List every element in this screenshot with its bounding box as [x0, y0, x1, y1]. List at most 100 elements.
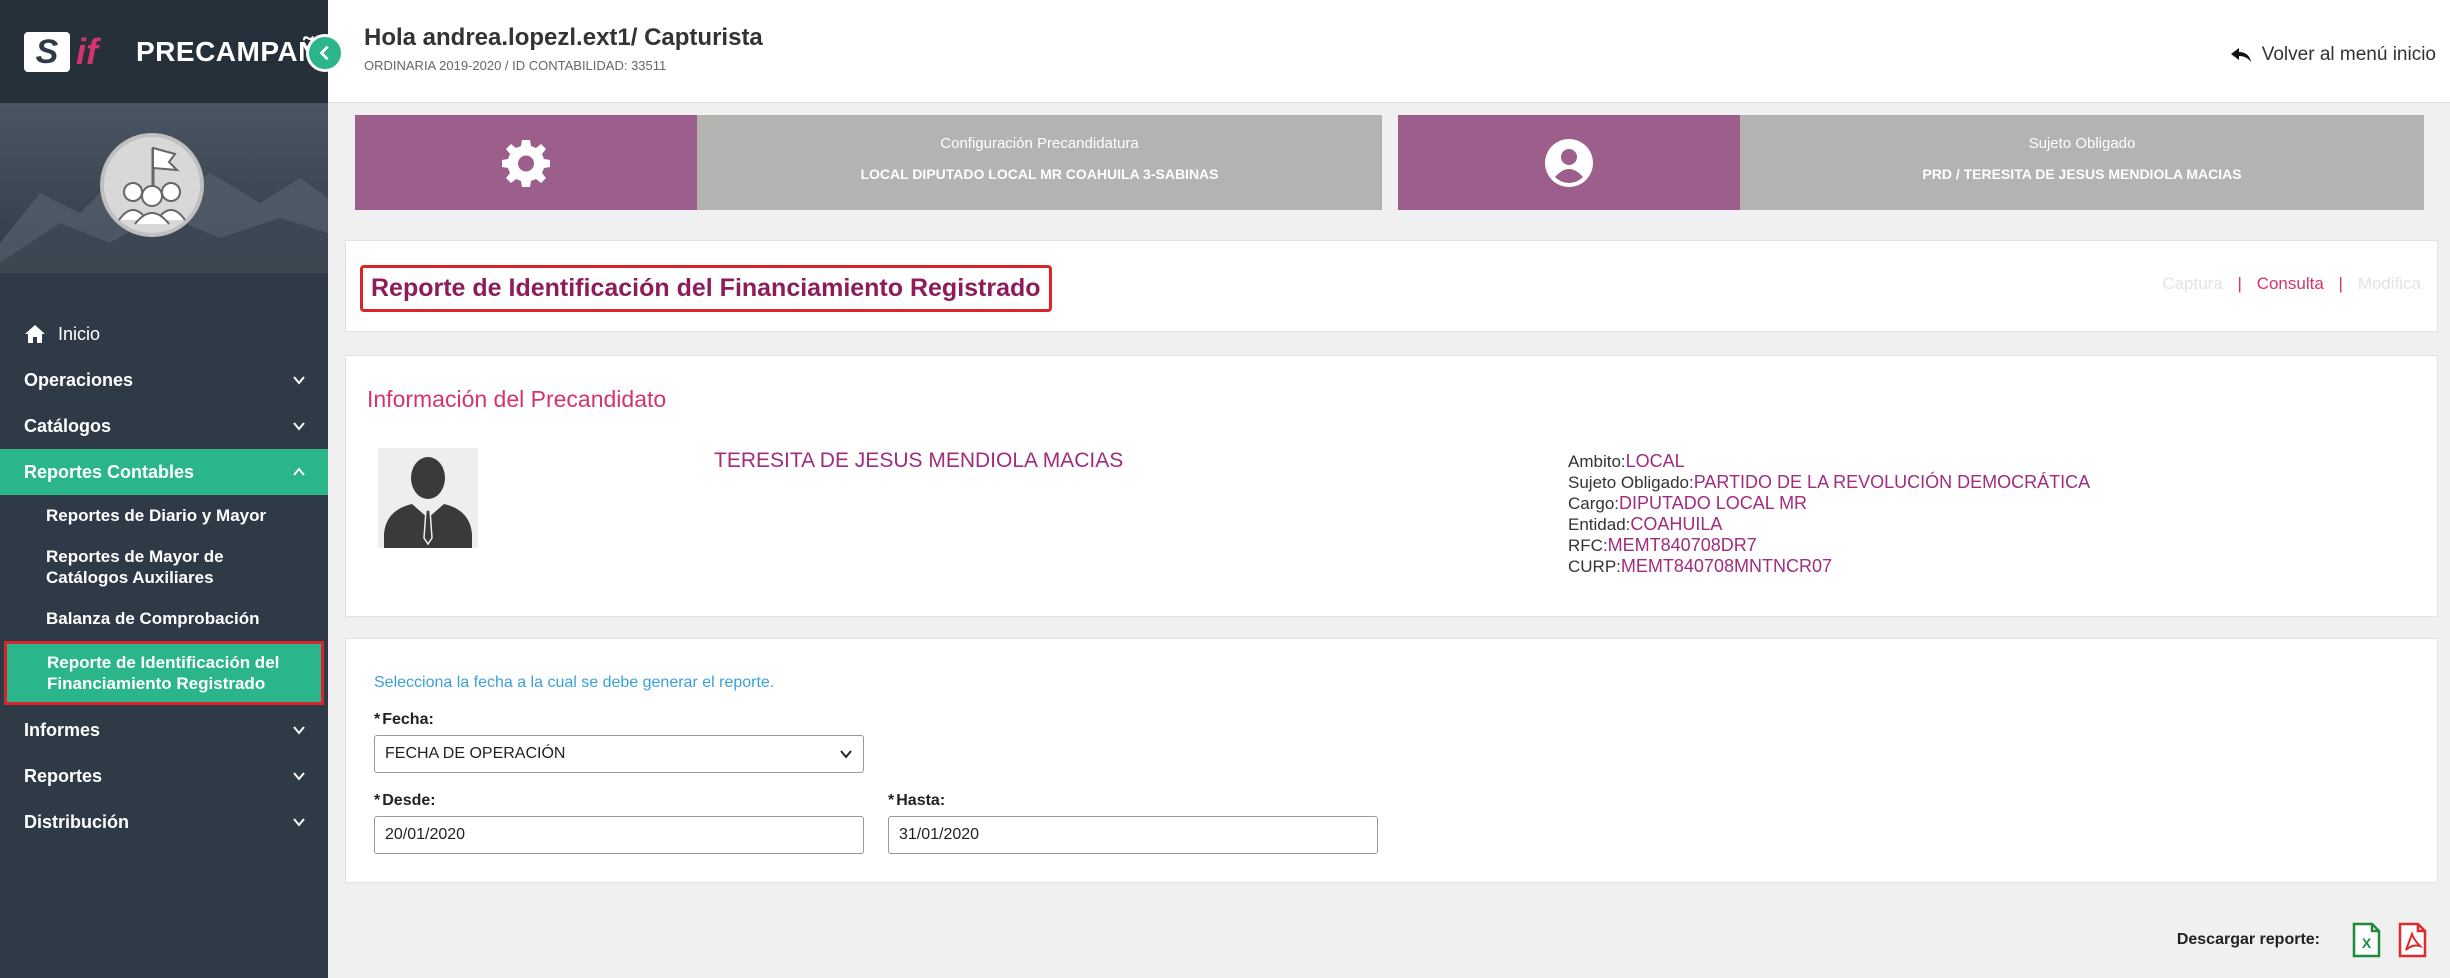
desde-date-input[interactable]: 20/01/2020 [374, 816, 864, 854]
download-report-bar: Descargar reporte: X [2177, 922, 2430, 958]
sidebar-item-label: Operaciones [24, 369, 134, 390]
subject-card-title: Sujeto Obligado [2028, 135, 2136, 152]
fecha-select-value: FECHA DE OPERACIÓN [385, 745, 566, 762]
sidebar-item-label: Inicio [58, 323, 101, 344]
collapse-sidebar-button[interactable] [306, 34, 344, 72]
svg-text:X: X [2362, 935, 2372, 951]
sidebar-item-informes[interactable]: Informes [0, 707, 328, 753]
mode-captura-link[interactable]: Captura [2162, 274, 2222, 293]
subject-card-value: PRD / TERESITA DE JESUS MENDIOLA MACIAS [1922, 166, 2242, 182]
detail-value: LOCAL [1625, 451, 1685, 471]
mode-modifica-link[interactable]: Modifica [2358, 274, 2421, 293]
chevron-down-icon [293, 772, 305, 781]
config-card-title: Configuración Precandidatura [940, 135, 1139, 152]
top-header: Hola andrea.lopezl.ext1/ Capturista ORDI… [328, 0, 2450, 103]
detail-label: Entidad: [1568, 515, 1631, 534]
user-greeting: Hola andrea.lopezl.ext1/ Capturista [364, 24, 763, 51]
sidebar-item-label: Reportes [24, 765, 103, 786]
chevron-up-icon [293, 467, 305, 476]
pdf-file-icon[interactable] [2394, 922, 2430, 958]
detail-curp: CURP:MEMT840708MNTNCR07 [1568, 556, 2090, 577]
config-card-icon-area [355, 115, 697, 210]
chevron-down-icon [293, 376, 305, 385]
home-icon [25, 325, 45, 343]
sidebar-item-operaciones[interactable]: Operaciones [0, 357, 328, 403]
detail-sujeto: Sujeto Obligado:PARTIDO DE LA REVOLUCIÓN… [1568, 472, 2090, 493]
precandidate-details: Ambito:LOCAL Sujeto Obligado:PARTIDO DE … [1568, 451, 2090, 577]
desde-label: * Desde: [374, 792, 436, 810]
detail-label: Sujeto Obligado: [1568, 473, 1694, 492]
sif-logo: S if [24, 30, 118, 72]
subject-card: Sujeto Obligado PRD / TERESITA DE JESUS … [1398, 115, 2424, 210]
mode-switcher: Captura | Consulta | Modifica [2162, 274, 2421, 294]
fecha-label-text: Fecha: [382, 711, 434, 728]
logo-s: S [24, 31, 70, 72]
hasta-date-input[interactable]: 31/01/2020 [888, 816, 1378, 854]
subject-card-icon-area [1398, 115, 1740, 210]
detail-label: Cargo: [1568, 494, 1620, 513]
chevron-down-icon [293, 818, 305, 827]
required-mark: * [374, 792, 381, 809]
page-title: Reporte de Identificación del Financiami… [360, 265, 1052, 312]
reply-arrow-icon [2230, 48, 2251, 62]
chevron-down-icon [293, 726, 305, 735]
logo-if: if [76, 30, 98, 72]
detail-ambito: Ambito:LOCAL [1568, 451, 2090, 472]
detail-value: DIPUTADO LOCAL MR [1619, 493, 1808, 513]
desde-date-value: 20/01/2020 [385, 826, 466, 843]
config-card: Configuración Precandidatura LOCAL DIPUT… [355, 115, 1382, 210]
user-circle-icon [1545, 138, 1593, 187]
detail-value: PARTIDO DE LA REVOLUCIÓN DEMOCRÁTICA [1693, 472, 2091, 492]
group-flag-icon [118, 146, 186, 225]
sidebar-item-catalogos[interactable]: Catálogos [0, 403, 328, 449]
required-mark: * [888, 792, 895, 809]
hasta-label: * Hasta: [888, 792, 945, 810]
sidebar-subitem-identificacion-financiamiento[interactable]: Reporte de Identificación del Financiami… [4, 641, 324, 705]
precandidate-section-title: Información del Precandidato [367, 386, 667, 412]
sidebar-item-label: Reportes Contables [24, 461, 195, 482]
desde-label-text: Desde: [382, 792, 436, 809]
detail-label: RFC: [1568, 536, 1608, 555]
chevron-down-icon [293, 422, 305, 431]
sidebar-subitem-diario-mayor[interactable]: Reportes de Diario y Mayor [0, 495, 328, 536]
hasta-date-value: 31/01/2020 [899, 826, 980, 843]
sidebar-subitem-balanza[interactable]: Balanza de Comprobación [0, 598, 328, 639]
detail-cargo: Cargo:DIPUTADO LOCAL MR [1568, 493, 2090, 514]
sidebar-item-distribucion[interactable]: Distribución [0, 799, 328, 845]
config-card-value: LOCAL DIPUTADO LOCAL MR COAHUILA 3-SABIN… [860, 166, 1219, 182]
sidebar-item-inicio[interactable]: Inicio [0, 311, 328, 357]
report-title-panel: Reporte de Identificación del Financiami… [345, 240, 2438, 332]
excel-file-icon[interactable]: X [2348, 922, 2384, 958]
sidebar-item-label: Catálogos [24, 415, 112, 436]
chevron-down-icon [840, 750, 852, 759]
chevron-left-icon [319, 45, 329, 61]
sidebar-item-reportes[interactable]: Reportes [0, 753, 328, 799]
detail-label: Ambito: [1568, 452, 1626, 471]
person-avatar-icon [378, 448, 478, 548]
precandidate-panel: Información del Precandidato TERESITA DE… [345, 355, 2438, 617]
detail-entidad: Entidad:COAHUILA [1568, 514, 2090, 535]
gear-icon [502, 139, 550, 187]
back-link-label: Volver al menú inicio [2261, 44, 2436, 65]
detail-value: MEMT840708DR7 [1607, 535, 1757, 555]
detail-label: CURP: [1568, 557, 1621, 576]
detail-rfc: RFC:MEMT840708DR7 [1568, 535, 2090, 556]
brand-bar: S if PRECAMPAÑA [0, 0, 344, 103]
process-info: ORDINARIA 2019-2020 / ID CONTABILIDAD: 3… [364, 58, 667, 73]
back-to-menu-link[interactable]: Volver al menú inicio [2230, 44, 2436, 66]
sidebar-item-reportes-contables[interactable]: Reportes Contables [0, 449, 328, 495]
sidebar-subitem-mayor-catalogos[interactable]: Reportes de Mayor de Catálogos Auxiliare… [0, 536, 328, 598]
fecha-label: * Fecha: [374, 711, 434, 729]
sidebar-item-label: Distribución [24, 811, 130, 832]
profile-area [0, 103, 328, 273]
precandidate-photo [378, 448, 478, 548]
profile-avatar [100, 133, 204, 237]
detail-value: COAHUILA [1630, 514, 1723, 534]
hasta-label-text: Hasta: [896, 792, 946, 809]
required-mark: * [374, 711, 381, 728]
mode-consulta-link[interactable]: Consulta [2257, 274, 2324, 293]
date-form-panel: Selecciona la fecha a la cual se debe ge… [345, 638, 2438, 883]
detail-value: MEMT840708MNTNCR07 [1620, 556, 1832, 576]
config-card-text: Configuración Precandidatura LOCAL DIPUT… [697, 115, 1382, 210]
fecha-select[interactable]: FECHA DE OPERACIÓN [374, 735, 864, 773]
